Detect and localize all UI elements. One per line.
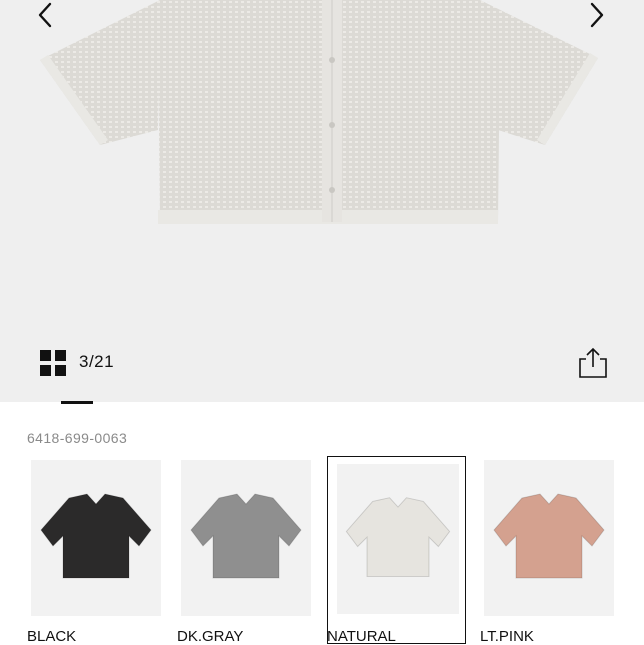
cardigan-thumbnail (345, 497, 451, 578)
swatch-thumbnail (337, 464, 459, 614)
swatch-thumbnail (484, 460, 614, 616)
color-swatch-natural[interactable]: NATURAL (327, 456, 466, 645)
color-swatch-dk-gray[interactable]: DK.GRAY (177, 456, 319, 645)
previous-image-button[interactable] (28, 0, 68, 34)
tab-indicator (61, 401, 93, 404)
swatch-label: BLACK (27, 628, 77, 645)
swatch-label: DK.GRAY (177, 628, 244, 645)
share-icon (579, 347, 607, 378)
cardigan-thumbnail (40, 493, 152, 579)
swatch-thumbnail (31, 460, 161, 616)
swatch-label: LT.PINK (480, 628, 534, 645)
cardigan-photo (40, 0, 598, 224)
swatch-thumbnail (181, 460, 311, 616)
next-image-button[interactable] (580, 0, 620, 34)
color-swatch-black[interactable]: BLACK (27, 456, 169, 645)
image-counter: 3/21 (79, 352, 115, 371)
product-image-gallery[interactable]: 3/21 (0, 0, 644, 402)
cardigan-thumbnail (493, 493, 605, 579)
share-button[interactable] (577, 346, 609, 380)
product-code: 6418-699-0063 (27, 430, 128, 446)
chevron-left-icon (38, 2, 52, 28)
color-swatch-lt-pink[interactable]: LT.PINK (480, 456, 622, 645)
cardigan-thumbnail (190, 493, 302, 579)
chevron-right-icon (590, 2, 604, 28)
swatch-label: NATURAL (327, 628, 396, 645)
grid-icon[interactable] (40, 350, 66, 376)
